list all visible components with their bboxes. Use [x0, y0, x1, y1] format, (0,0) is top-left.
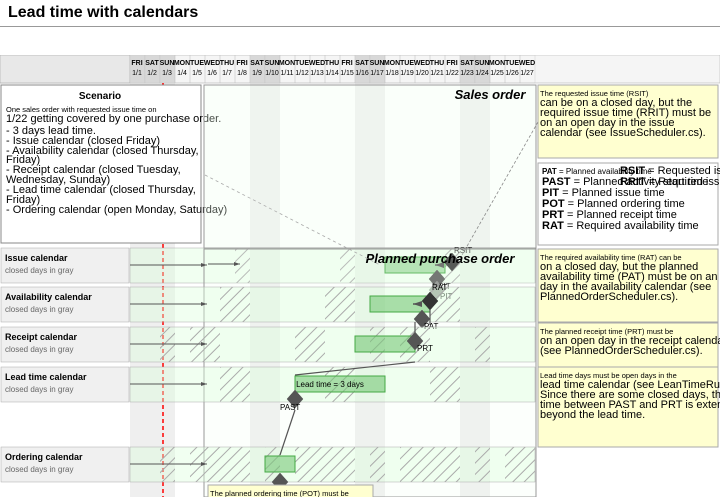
svg-text:1/17: 1/17: [370, 70, 384, 77]
svg-text:SUN: SUN: [160, 60, 175, 67]
svg-text:Lead time calendar: Lead time calendar: [5, 372, 87, 382]
svg-text:MON: MON: [279, 60, 295, 67]
svg-text:SAT: SAT: [145, 60, 159, 67]
svg-text:MON: MON: [174, 60, 190, 67]
svg-text:PRT: PRT: [417, 344, 433, 353]
svg-text:SUN: SUN: [370, 60, 385, 67]
svg-text:closed days in gray: closed days in gray: [5, 266, 73, 275]
page-title: Lead time with calendars: [0, 0, 720, 27]
svg-text:1/8: 1/8: [237, 70, 247, 77]
svg-text:Scenario: Scenario: [79, 91, 121, 102]
svg-text:WED: WED: [519, 60, 535, 67]
svg-text:TUE: TUE: [400, 60, 414, 67]
main-container: FRI 1/1 SAT 1/2 SUN 1/3 MON 1/4 TUE 1/5 …: [0, 27, 720, 497]
svg-text:1/2: 1/2: [147, 70, 157, 77]
svg-text:MON: MON: [384, 60, 400, 67]
svg-text:The planned ordering time (POT: The planned ordering time (POT) must be: [210, 489, 349, 497]
svg-text:Availability calendar: Availability calendar: [5, 292, 92, 302]
svg-text:1/13: 1/13: [310, 70, 324, 77]
svg-text:1/4: 1/4: [177, 70, 187, 77]
svg-text:1/21: 1/21: [430, 70, 444, 77]
svg-text:FRI: FRI: [131, 60, 142, 67]
svg-text:TUE: TUE: [295, 60, 309, 67]
svg-text:RAT = Required availability ti: RAT = Required availability time: [542, 220, 699, 232]
svg-text:SUN: SUN: [475, 60, 490, 67]
svg-text:WED: WED: [414, 60, 430, 67]
svg-text:Receipt calendar: Receipt calendar: [5, 332, 78, 342]
svg-text:FRI: FRI: [341, 60, 352, 67]
svg-text:1/24: 1/24: [475, 70, 489, 77]
svg-text:Sales order: Sales order: [455, 87, 527, 102]
svg-text:SUN: SUN: [265, 60, 280, 67]
svg-text:THU: THU: [220, 60, 234, 67]
svg-text:1/10: 1/10: [265, 70, 279, 77]
svg-text:WED: WED: [204, 60, 220, 67]
svg-text:1/20: 1/20: [415, 70, 429, 77]
svg-text:1/9: 1/9: [252, 70, 262, 77]
svg-text:SAT: SAT: [460, 60, 474, 67]
svg-text:calendar (see IssueScheduler.c: calendar (see IssueScheduler.cs).: [540, 127, 706, 139]
svg-text:1/15: 1/15: [340, 70, 354, 77]
svg-text:1/3: 1/3: [162, 70, 172, 77]
svg-text:1/22 getting covered by one pu: 1/22 getting covered by one purchase ord…: [6, 113, 221, 125]
svg-text:FRI: FRI: [236, 60, 247, 67]
svg-text:1/27: 1/27: [520, 70, 534, 77]
svg-text:RAT: RAT: [432, 283, 448, 292]
svg-text:Planned purchase order: Planned purchase order: [366, 251, 516, 266]
svg-text:1/1: 1/1: [132, 70, 142, 77]
svg-text:closed days in gray: closed days in gray: [5, 385, 73, 394]
svg-text:1/22: 1/22: [445, 70, 459, 77]
svg-text:closed days in gray: closed days in gray: [5, 345, 73, 354]
svg-text:1/18: 1/18: [385, 70, 399, 77]
svg-text:Issue calendar: Issue calendar: [5, 253, 68, 263]
svg-text:THU: THU: [430, 60, 444, 67]
svg-text:(see PlannedOrderScheduler.cs): (see PlannedOrderScheduler.cs).: [540, 345, 703, 357]
svg-text:TUE: TUE: [505, 60, 519, 67]
svg-text:SAT: SAT: [355, 60, 369, 67]
diagram-svg: FRI 1/1 SAT 1/2 SUN 1/3 MON 1/4 TUE 1/5 …: [0, 55, 720, 497]
svg-text:1/14: 1/14: [325, 70, 339, 77]
svg-text:1/25: 1/25: [490, 70, 504, 77]
svg-text:closed days in gray: closed days in gray: [5, 465, 73, 474]
svg-text:1/11: 1/11: [280, 70, 293, 77]
svg-text:SAT: SAT: [250, 60, 264, 67]
svg-text:beyond the lead time.: beyond the lead time.: [540, 409, 645, 421]
svg-text:1/16: 1/16: [355, 70, 369, 77]
svg-text:closed days in gray: closed days in gray: [5, 305, 73, 314]
svg-text:TUE: TUE: [190, 60, 204, 67]
svg-text:1/5: 1/5: [192, 70, 202, 77]
svg-text:THU: THU: [325, 60, 339, 67]
svg-text:1/23: 1/23: [460, 70, 474, 77]
svg-text:WED: WED: [309, 60, 325, 67]
svg-text:1/7: 1/7: [222, 70, 232, 77]
svg-text:MON: MON: [489, 60, 505, 67]
svg-text:1/12: 1/12: [295, 70, 309, 77]
svg-text:- Ordering calendar (open Mond: - Ordering calendar (open Monday, Saturd…: [6, 204, 227, 216]
svg-text:1/19: 1/19: [400, 70, 414, 77]
svg-text:1/6: 1/6: [207, 70, 217, 77]
svg-text:PAST: PAST: [280, 403, 300, 412]
svg-text:FRI: FRI: [446, 60, 457, 67]
svg-text:Lead time = 3 days: Lead time = 3 days: [296, 380, 364, 389]
svg-text:1/26: 1/26: [505, 70, 519, 77]
svg-text:PlannedOrderScheduler.cs).: PlannedOrderScheduler.cs).: [540, 291, 678, 303]
svg-text:RRIT = Required issue time: RRIT = Required issue time: [620, 176, 720, 188]
svg-text:Ordering calendar: Ordering calendar: [5, 452, 83, 462]
